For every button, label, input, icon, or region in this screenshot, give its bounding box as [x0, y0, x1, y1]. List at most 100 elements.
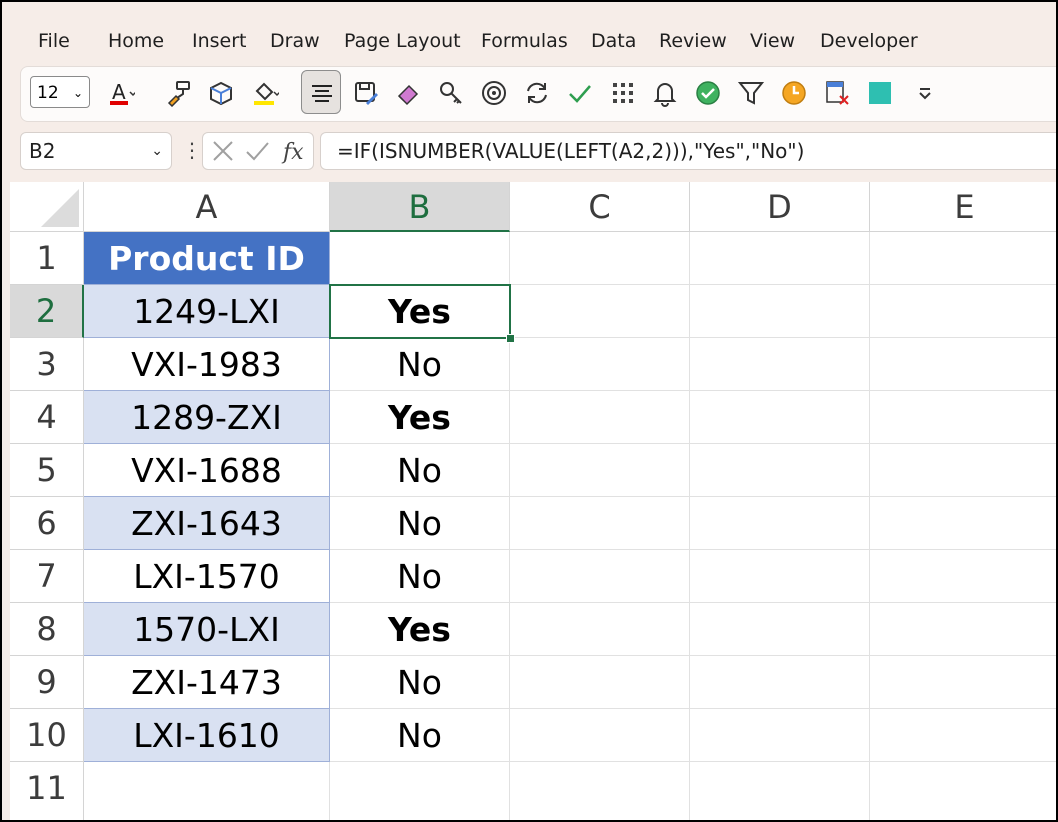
cell-a2[interactable]: 1249-LXI — [84, 285, 330, 338]
cell-b2[interactable]: Yes — [330, 285, 510, 338]
menu-page-layout[interactable]: Page Layout — [344, 30, 461, 52]
row-header-3[interactable]: 3 — [10, 338, 84, 391]
cell-b4[interactable]: Yes — [330, 391, 510, 444]
column-header-b[interactable]: B — [330, 182, 510, 232]
3d-box-icon[interactable] — [205, 77, 237, 109]
cell-e4[interactable] — [870, 391, 1056, 444]
cell-b9[interactable]: No — [330, 656, 510, 709]
cell-c8[interactable] — [510, 603, 690, 656]
row-header-4[interactable]: 4 — [10, 391, 84, 444]
column-header-e[interactable]: E — [870, 182, 1056, 232]
cell-d8[interactable] — [690, 603, 870, 656]
row-header-8[interactable]: 8 — [10, 603, 84, 656]
cell-a5[interactable]: VXI-1688 — [84, 444, 330, 497]
cell-c5[interactable] — [510, 444, 690, 497]
cell-a4[interactable]: 1289-ZXI — [84, 391, 330, 444]
cell-a6[interactable]: ZXI-1643 — [84, 497, 330, 550]
vertical-dots-icon[interactable]: ⋮ — [182, 138, 202, 163]
teal-square-icon[interactable] — [864, 77, 896, 109]
cell-b8[interactable]: Yes — [330, 603, 510, 656]
save-edit-icon[interactable] — [350, 77, 382, 109]
formula-input[interactable]: =IF(ISNUMBER(VALUE(LEFT(A2,2))),"Yes","N… — [320, 132, 1056, 170]
cell-b5[interactable]: No — [330, 444, 510, 497]
cell-d5[interactable] — [690, 444, 870, 497]
cell-e7[interactable] — [870, 550, 1056, 603]
cell-c11[interactable] — [510, 762, 690, 820]
cell-a11[interactable] — [84, 762, 330, 820]
target-icon[interactable] — [478, 77, 510, 109]
bell-icon[interactable] — [649, 77, 681, 109]
clock-icon[interactable] — [778, 77, 810, 109]
select-all-corner[interactable] — [10, 182, 84, 232]
cell-d1[interactable] — [690, 232, 870, 285]
cell-b1[interactable] — [330, 232, 510, 285]
menu-file[interactable]: File — [38, 30, 70, 52]
more-dropdown-icon[interactable] — [909, 77, 941, 109]
column-header-d[interactable]: D — [690, 182, 870, 232]
menu-developer[interactable]: Developer — [820, 30, 918, 52]
cell-d4[interactable] — [690, 391, 870, 444]
refresh-icon[interactable] — [521, 77, 553, 109]
cell-e6[interactable] — [870, 497, 1056, 550]
cell-d11[interactable] — [690, 762, 870, 820]
cell-d9[interactable] — [690, 656, 870, 709]
cell-e5[interactable] — [870, 444, 1056, 497]
name-box[interactable]: B2 ⌄ — [20, 132, 172, 170]
cell-c4[interactable] — [510, 391, 690, 444]
menu-draw[interactable]: Draw — [270, 30, 320, 52]
cell-c7[interactable] — [510, 550, 690, 603]
cell-b7[interactable]: No — [330, 550, 510, 603]
menu-review[interactable]: Review — [659, 30, 727, 52]
cell-d3[interactable] — [690, 338, 870, 391]
font-color-icon[interactable]: A — [105, 77, 137, 109]
cell-e8[interactable] — [870, 603, 1056, 656]
row-header-1[interactable]: 1 — [10, 232, 84, 285]
font-size-select[interactable]: 12 ⌄ — [30, 76, 90, 108]
cell-e10[interactable] — [870, 709, 1056, 762]
cell-a9[interactable]: ZXI-1473 — [84, 656, 330, 709]
row-header-7[interactable]: 7 — [10, 550, 84, 603]
grid-dots-icon[interactable] — [607, 77, 639, 109]
menu-home[interactable]: Home — [108, 30, 164, 52]
menu-data[interactable]: Data — [591, 30, 636, 52]
cell-a8[interactable]: 1570-LXI — [84, 603, 330, 656]
delete-table-icon[interactable] — [821, 77, 853, 109]
cell-b3[interactable]: No — [330, 338, 510, 391]
row-header-6[interactable]: 6 — [10, 497, 84, 550]
cell-c9[interactable] — [510, 656, 690, 709]
cell-d2[interactable] — [690, 285, 870, 338]
cell-e3[interactable] — [870, 338, 1056, 391]
cell-c1[interactable] — [510, 232, 690, 285]
cell-b11[interactable] — [330, 762, 510, 820]
cell-d7[interactable] — [690, 550, 870, 603]
column-header-a[interactable]: A — [84, 182, 330, 232]
row-header-10[interactable]: 10 — [10, 709, 84, 762]
cell-e11[interactable] — [870, 762, 1056, 820]
cell-d6[interactable] — [690, 497, 870, 550]
row-header-2[interactable]: 2 — [10, 285, 84, 338]
row-header-11[interactable]: 11 — [10, 762, 84, 820]
cell-e9[interactable] — [870, 656, 1056, 709]
fill-color-icon[interactable] — [249, 77, 281, 109]
fill-handle[interactable] — [506, 334, 515, 343]
eraser-icon[interactable] — [392, 77, 424, 109]
cell-b6[interactable]: No — [330, 497, 510, 550]
cell-a1[interactable]: Product ID — [84, 232, 330, 285]
format-painter-icon[interactable] — [163, 77, 195, 109]
cell-a3[interactable]: VXI-1983 — [84, 338, 330, 391]
cell-c2[interactable] — [510, 285, 690, 338]
align-center-icon[interactable] — [306, 77, 338, 109]
cell-e2[interactable] — [870, 285, 1056, 338]
row-header-9[interactable]: 9 — [10, 656, 84, 709]
cell-c6[interactable] — [510, 497, 690, 550]
column-header-c[interactable]: C — [510, 182, 690, 232]
cell-c10[interactable] — [510, 709, 690, 762]
checkmark-icon[interactable] — [564, 77, 596, 109]
menu-formulas[interactable]: Formulas — [481, 30, 568, 52]
filter-icon[interactable] — [735, 77, 767, 109]
key-icon[interactable] — [435, 77, 467, 109]
row-header-5[interactable]: 5 — [10, 444, 84, 497]
check-circle-icon[interactable] — [692, 77, 724, 109]
cell-a7[interactable]: LXI-1570 — [84, 550, 330, 603]
cell-e1[interactable] — [870, 232, 1056, 285]
